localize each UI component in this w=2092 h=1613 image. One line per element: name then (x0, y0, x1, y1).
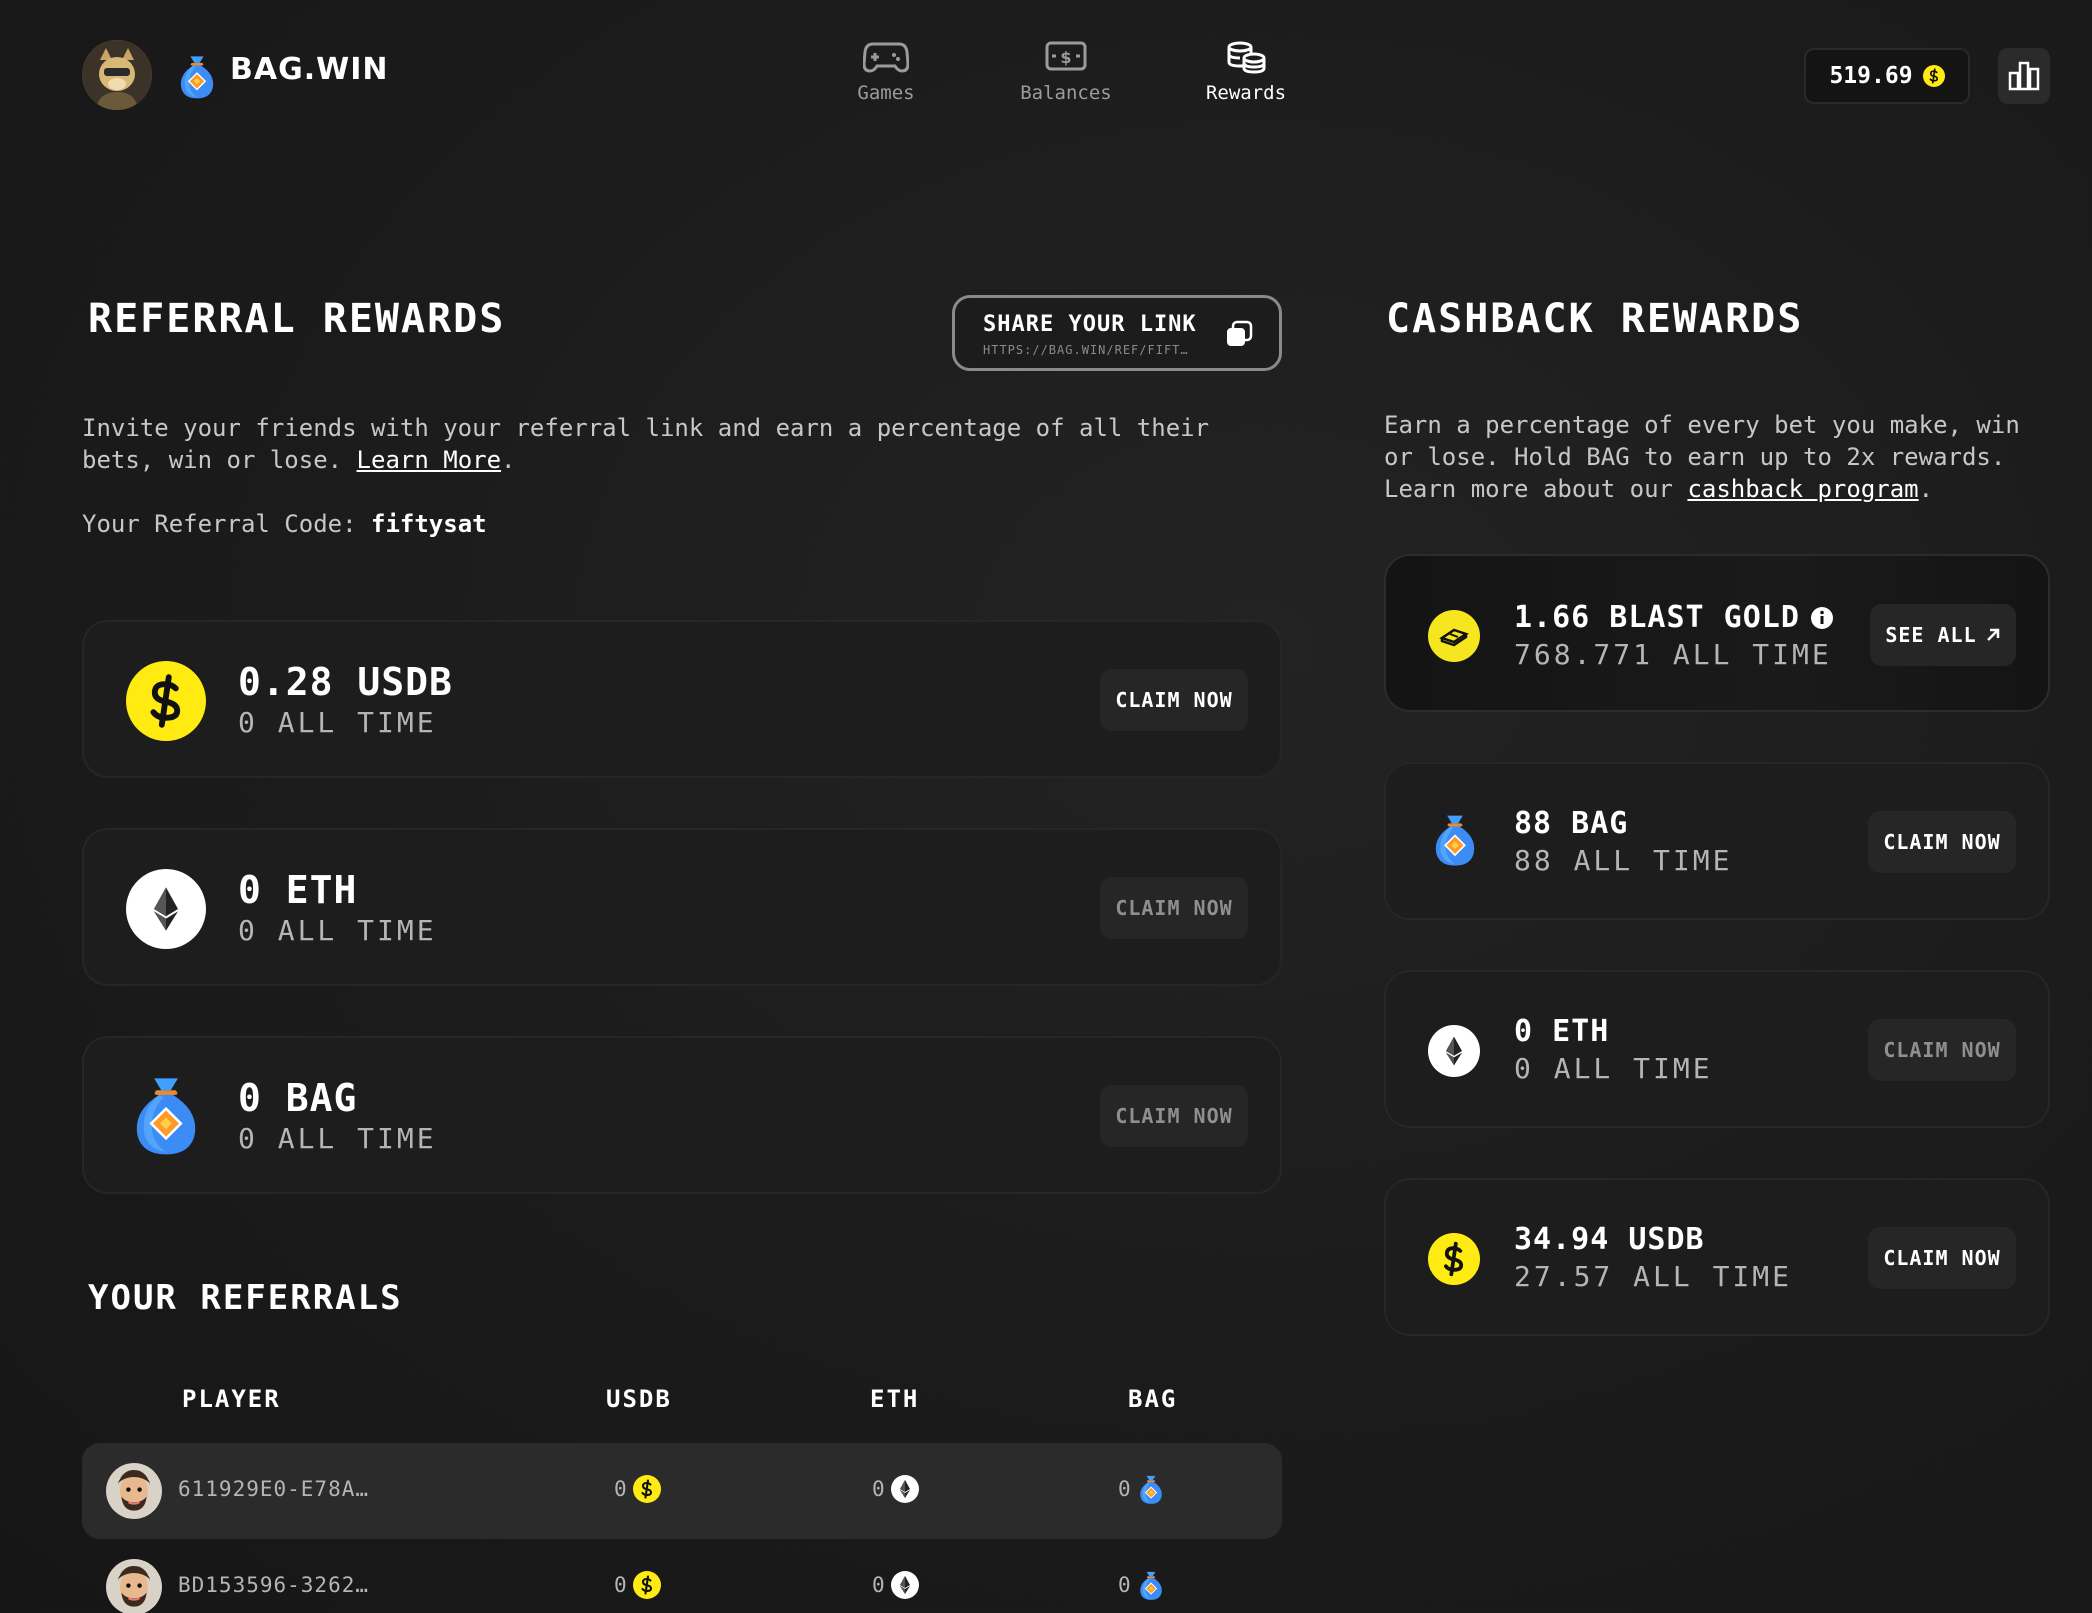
row-bag-value: 0 (1118, 1473, 1165, 1505)
balance-amount: 519.69 (1829, 63, 1913, 89)
cashback-usdb-alltime: 27.57 ALL TIME (1514, 1260, 1793, 1293)
referral-eth-alltime: 0 ALL TIME (238, 914, 437, 947)
cashback-bag-alltime: 88 ALL TIME (1514, 844, 1733, 877)
share-link-url: HTTPS://BAG.WIN/REF/FIFT… (983, 343, 1189, 357)
user-avatar[interactable] (82, 40, 152, 110)
referral-card-bag: 0 BAG 0 ALL TIME CLAIM NOW (82, 1036, 1282, 1194)
usdb-coin-icon (632, 1571, 661, 1599)
eth-coin-icon (126, 869, 206, 949)
nav-games-label: Games (857, 82, 915, 104)
referral-card-eth: 0 ETH 0 ALL TIME CLAIM NOW (82, 828, 1282, 986)
column-header-player: PLAYER (182, 1385, 281, 1413)
bag-icon (128, 1070, 204, 1158)
gamepad-icon (863, 42, 909, 73)
eth-coin-icon (1428, 1025, 1480, 1077)
nav-balances[interactable]: $ Balances (986, 40, 1146, 104)
usdb-coin-icon (632, 1475, 661, 1503)
cashback-card-bag: 88 BAG 88 ALL TIME CLAIM NOW (1384, 762, 2050, 920)
cashback-description: Earn a percentage of every bet you make,… (1384, 411, 2020, 503)
referral-code-row: Your Referral Code: fiftysat (82, 508, 487, 540)
balance-display[interactable]: 519.69 (1804, 48, 1970, 104)
referral-card-usdb: 0.28 USDB 0 ALL TIME CLAIM NOW (82, 620, 1282, 778)
column-header-bag: BAG (1128, 1385, 1178, 1413)
arrow-up-right-icon (1986, 628, 1999, 641)
referral-usdb-amount: 0.28 USDB (238, 660, 453, 704)
cash-icon: $ (1045, 41, 1087, 71)
usdb-coin-icon (1922, 65, 1945, 87)
referral-bag-claim-button[interactable]: CLAIM NOW (1100, 1085, 1248, 1147)
blast-gold-amount-row: 1.66 BLAST GOLD (1514, 600, 1834, 635)
copy-icon (1225, 320, 1253, 352)
share-link-title: SHARE YOUR LINK (983, 312, 1197, 337)
player-avatar (106, 1463, 162, 1519)
gold-bar-icon (1428, 610, 1480, 662)
cashback-bag-claim-button[interactable]: CLAIM NOW (1868, 811, 2016, 873)
learn-more-link[interactable]: Learn More (357, 446, 502, 474)
info-icon[interactable] (1810, 606, 1834, 630)
share-link-button[interactable]: SHARE YOUR LINK HTTPS://BAG.WIN/REF/FIFT… (952, 295, 1282, 371)
nav-balances-label: Balances (1020, 82, 1112, 104)
referral-code-label: Your Referral Code: (82, 510, 357, 538)
svg-text:$: $ (1060, 48, 1071, 67)
row-usdb-value: 0 (614, 1475, 661, 1503)
cashback-eth-alltime: 0 ALL TIME (1514, 1052, 1713, 1085)
referral-bag-amount: 0 BAG (238, 1076, 358, 1120)
referral-code[interactable]: fiftysat (371, 510, 487, 538)
bag-icon (1430, 810, 1480, 868)
see-all-button[interactable]: SEE ALL (1870, 604, 2016, 666)
referral-eth-amount: 0 ETH (238, 868, 358, 912)
column-header-usdb: USDB (606, 1385, 672, 1413)
usdb-coin-icon (126, 661, 206, 741)
your-referrals-title: YOUR REFERRALS (88, 1278, 403, 1318)
row-eth-value: 0 (872, 1571, 919, 1599)
cashback-card-usdb: 34.94 USDB 27.57 ALL TIME CLAIM NOW (1384, 1178, 2050, 1336)
table-row[interactable]: 611929E0-E78A… 0 0 0 (82, 1443, 1282, 1539)
row-bag-value: 0 (1118, 1569, 1165, 1601)
referral-description: Invite your friends with your referral l… (82, 414, 1210, 474)
referral-usdb-alltime: 0 ALL TIME (238, 706, 437, 739)
coins-stack-icon (1227, 41, 1266, 74)
see-all-label: SEE ALL (1885, 623, 1977, 647)
column-header-eth: ETH (870, 1385, 920, 1413)
bar-chart-icon (2008, 61, 2040, 91)
cashback-card-eth: 0 ETH 0 ALL TIME CLAIM NOW (1384, 970, 2050, 1128)
blast-gold-amount: 1.66 BLAST GOLD (1514, 600, 1800, 635)
bag-logo-icon (176, 52, 218, 100)
cashback-bag-amount: 88 BAG (1514, 806, 1629, 841)
referral-usdb-claim-button[interactable]: CLAIM NOW (1100, 669, 1248, 731)
usdb-coin-icon (1428, 1233, 1480, 1285)
cashback-usdb-claim-button[interactable]: CLAIM NOW (1868, 1227, 2016, 1289)
cashback-eth-amount: 0 ETH (1514, 1014, 1610, 1049)
bag-icon (1137, 1473, 1165, 1505)
brand-name[interactable]: BAG.WIN (230, 52, 388, 87)
eth-coin-icon (890, 1475, 919, 1503)
row-usdb-value: 0 (614, 1571, 661, 1599)
blast-gold-card: 1.66 BLAST GOLD 768.771 ALL TIME SEE ALL (1384, 554, 2050, 712)
leaderboard-button[interactable] (1998, 48, 2050, 104)
cashback-usdb-amount: 34.94 USDB (1514, 1222, 1705, 1257)
row-eth-value: 0 (872, 1475, 919, 1503)
referral-eth-claim-button[interactable]: CLAIM NOW (1100, 877, 1248, 939)
cashback-eth-claim-button[interactable]: CLAIM NOW (1868, 1019, 2016, 1081)
player-avatar (106, 1559, 162, 1613)
cashback-rewards-title: CASHBACK REWARDS (1386, 296, 1804, 342)
eth-coin-icon (890, 1571, 919, 1599)
cashback-program-link[interactable]: cashback program (1687, 475, 1918, 503)
bag-icon (1137, 1569, 1165, 1601)
nav-rewards-label: Rewards (1205, 82, 1287, 104)
player-id: BD153596-3262… (178, 1573, 370, 1597)
nav-games[interactable]: Games (806, 40, 966, 104)
referral-rewards-title: REFERRAL REWARDS (88, 296, 506, 342)
table-row[interactable]: BD153596-3262… 0 0 0 (82, 1539, 1282, 1613)
player-id: 611929E0-E78A… (178, 1477, 370, 1501)
referral-bag-alltime: 0 ALL TIME (238, 1122, 437, 1155)
nav-rewards[interactable]: Rewards (1166, 40, 1326, 104)
blast-gold-alltime: 768.771 ALL TIME (1514, 638, 1832, 671)
